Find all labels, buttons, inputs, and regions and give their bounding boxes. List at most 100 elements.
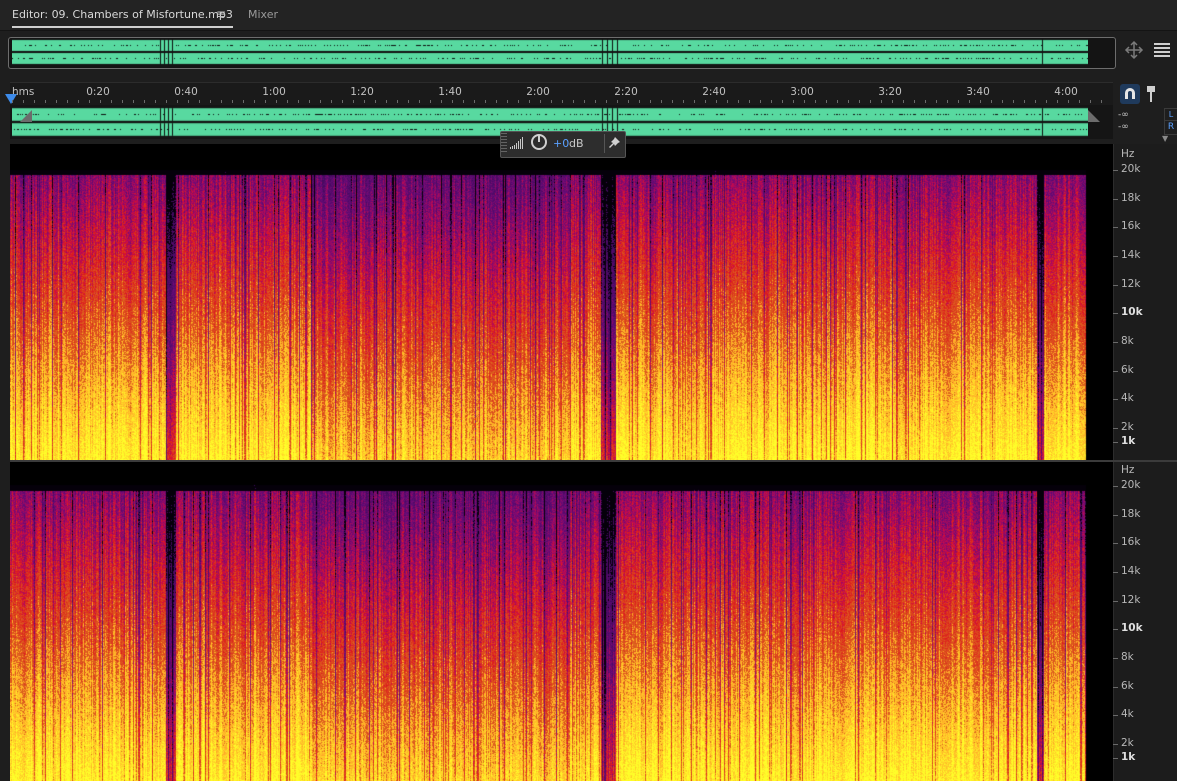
hud-divider bbox=[604, 134, 605, 153]
frequency-tick bbox=[1113, 629, 1118, 630]
frequency-tick bbox=[1113, 170, 1118, 171]
ruler-minor-tick bbox=[67, 100, 68, 103]
ruler-tick-label: 3:20 bbox=[878, 86, 902, 98]
ruler-minor-tick bbox=[1035, 100, 1036, 103]
frequency-label: 12k bbox=[1121, 594, 1141, 606]
frequency-tick bbox=[1113, 601, 1118, 602]
ruler-minor-tick bbox=[518, 100, 519, 103]
ruler-minor-tick bbox=[419, 100, 420, 103]
frequency-tick bbox=[1113, 342, 1118, 343]
ruler-minor-tick bbox=[573, 100, 574, 103]
level-bars-icon bbox=[510, 137, 524, 149]
frequency-label: 16k bbox=[1121, 536, 1141, 548]
meter-left-value: -∞ bbox=[1118, 110, 1129, 120]
ruler-minor-tick bbox=[342, 100, 343, 103]
frequency-tick bbox=[1113, 285, 1118, 286]
frequency-tick bbox=[1113, 572, 1118, 573]
ruler-minor-tick bbox=[617, 100, 618, 103]
ruler-minor-tick bbox=[199, 100, 200, 103]
ruler-minor-tick bbox=[78, 100, 79, 103]
list-icon[interactable] bbox=[1154, 41, 1170, 59]
ruler-minor-tick bbox=[793, 100, 794, 103]
zoom-navigator-icon[interactable] bbox=[1124, 40, 1144, 60]
ruler-minor-tick bbox=[408, 100, 409, 103]
ruler-minor-tick bbox=[496, 100, 497, 103]
ruler-minor-tick bbox=[969, 100, 970, 103]
ruler-minor-tick bbox=[661, 100, 662, 103]
frequency-tick bbox=[1113, 744, 1118, 745]
ruler-minor-tick bbox=[529, 100, 530, 103]
frequency-tick bbox=[1113, 715, 1118, 716]
ruler-minor-tick bbox=[375, 100, 376, 103]
frequency-tick bbox=[1113, 227, 1118, 228]
spectral-channel-bottom[interactable] bbox=[10, 465, 1088, 781]
frequency-label: 1k bbox=[1121, 435, 1136, 447]
ruler-minor-tick bbox=[507, 100, 508, 103]
ruler-minor-tick bbox=[771, 100, 772, 103]
ruler-minor-tick bbox=[122, 100, 123, 103]
tab-editor[interactable]: Editor: 09. Chambers of Misfortune.mp3 bbox=[12, 8, 233, 28]
ruler-tick-label: 0:20 bbox=[86, 86, 110, 98]
ruler-minor-tick bbox=[12, 100, 13, 103]
ruler-minor-tick bbox=[155, 100, 156, 103]
frequency-tick bbox=[1113, 256, 1118, 257]
ruler-minor-tick bbox=[815, 100, 816, 103]
ruler-minor-tick bbox=[683, 100, 684, 103]
ruler-minor-tick bbox=[254, 100, 255, 103]
hud-gain-value[interactable]: +0 bbox=[553, 137, 569, 150]
ruler-minor-tick bbox=[837, 100, 838, 103]
ruler-minor-tick bbox=[1002, 100, 1003, 103]
ruler-minor-tick bbox=[1101, 100, 1102, 103]
frequency-label: 2k bbox=[1121, 737, 1134, 749]
ruler-minor-tick bbox=[1024, 100, 1025, 103]
hud-pin-icon[interactable] bbox=[609, 137, 620, 151]
frequency-tick bbox=[1113, 428, 1118, 429]
ruler-minor-tick bbox=[111, 100, 112, 103]
hud-grip-handle[interactable] bbox=[501, 133, 507, 153]
ruler-minor-tick bbox=[166, 100, 167, 103]
snap-magnet-icon[interactable] bbox=[1120, 84, 1140, 104]
ruler-minor-tick bbox=[980, 100, 981, 103]
ruler-minor-tick bbox=[177, 100, 178, 103]
spectral-channel-top[interactable] bbox=[10, 150, 1088, 460]
ruler-minor-tick bbox=[903, 100, 904, 103]
volume-knob[interactable] bbox=[531, 134, 547, 150]
playhead-marker[interactable] bbox=[5, 94, 17, 104]
frequency-label: 4k bbox=[1121, 392, 1134, 404]
frequency-tick bbox=[1113, 543, 1118, 544]
meter-right-value: -∞ bbox=[1118, 122, 1129, 132]
tab-menu-icon[interactable]: ≡ bbox=[216, 7, 228, 21]
frequency-label: 1k bbox=[1121, 751, 1136, 763]
frequency-label: 18k bbox=[1121, 508, 1141, 520]
ruler-minor-tick bbox=[672, 100, 673, 103]
channel-right-toggle[interactable]: R bbox=[1164, 120, 1177, 135]
ruler-minor-tick bbox=[859, 100, 860, 103]
ruler-tick-label: 1:20 bbox=[350, 86, 374, 98]
ruler-minor-tick bbox=[1013, 100, 1014, 103]
frequency-label: 14k bbox=[1121, 565, 1141, 577]
overview-waveform[interactable] bbox=[12, 39, 1088, 65]
ruler-minor-tick bbox=[243, 100, 244, 103]
ruler-minor-tick bbox=[914, 100, 915, 103]
ruler-minor-tick bbox=[749, 100, 750, 103]
ruler-minor-tick bbox=[540, 100, 541, 103]
ruler-minor-tick bbox=[232, 100, 233, 103]
frequency-tick bbox=[1113, 758, 1118, 759]
ruler-minor-tick bbox=[760, 100, 761, 103]
ruler-minor-tick bbox=[584, 100, 585, 103]
ruler-minor-tick bbox=[606, 100, 607, 103]
frequency-label: 16k bbox=[1121, 220, 1141, 232]
frequency-tick bbox=[1113, 442, 1118, 443]
ruler-minor-tick bbox=[441, 100, 442, 103]
frequency-tick bbox=[1113, 399, 1118, 400]
ruler-minor-tick bbox=[551, 100, 552, 103]
ruler-minor-tick bbox=[265, 100, 266, 103]
tab-mixer[interactable]: Mixer bbox=[248, 8, 278, 21]
ruler-minor-tick bbox=[89, 100, 90, 103]
ruler-minor-tick bbox=[221, 100, 222, 103]
ruler-minor-tick bbox=[485, 100, 486, 103]
ruler-minor-tick bbox=[694, 100, 695, 103]
pin-icon[interactable] bbox=[1146, 85, 1156, 103]
scroll-down-icon[interactable]: ▼ bbox=[1162, 134, 1168, 143]
ruler-minor-tick bbox=[782, 100, 783, 103]
